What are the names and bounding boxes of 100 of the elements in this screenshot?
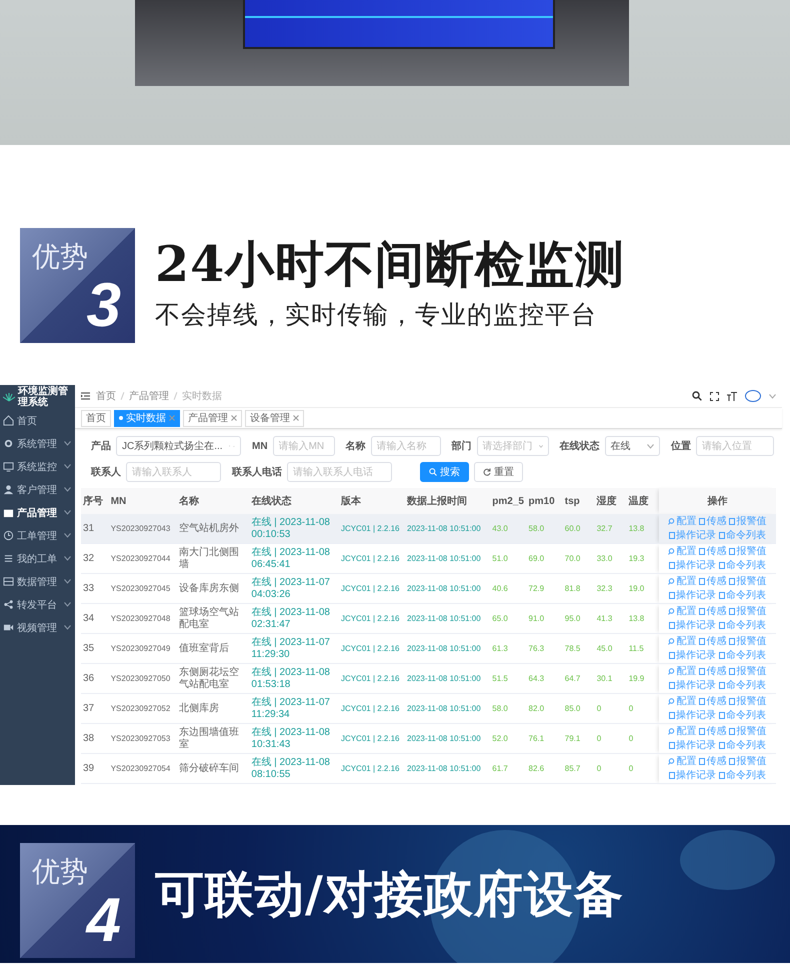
action-link[interactable]: 报警值 xyxy=(729,576,766,588)
action-link[interactable]: 命令列表 xyxy=(718,530,766,542)
table-cell: 东边围墙值班室 xyxy=(178,726,239,750)
action-link[interactable]: 传感 xyxy=(699,576,726,588)
sidebar-item[interactable]: 工单管理 xyxy=(0,524,75,547)
action-link[interactable]: 配置 xyxy=(668,666,696,678)
action-link[interactable]: 报警值 xyxy=(729,636,766,648)
document-icon xyxy=(699,608,706,615)
table-row[interactable]: 39 YS20230927054 筛分破碎车间 在线 | 2023-11-08 08:10:55 JCYC01 | 2.2.16 2023-11-08 10:51:00 61.7 82.6 85.7 0 0 配置 传感 报警值 操作记录 命令列表 xyxy=(81,754,776,784)
action-link[interactable]: 报警值 xyxy=(729,666,766,678)
breadcrumb-link[interactable]: 首页 xyxy=(96,389,116,403)
input-field[interactable]: 请输入联系人 xyxy=(126,462,221,482)
breadcrumb-link[interactable]: 实时数据 xyxy=(182,389,222,403)
breadcrumb-link[interactable]: 产品管理 xyxy=(129,389,169,403)
column-header: 名称 xyxy=(178,496,199,507)
table-cell: 在线 | 2023-11-08 06:45:41 xyxy=(251,546,330,570)
action-link[interactable]: 配置 xyxy=(668,516,696,528)
search-icon[interactable] xyxy=(692,391,702,401)
action-link[interactable]: 操作记录 xyxy=(668,530,716,542)
select-field[interactable]: 在线 xyxy=(604,436,660,456)
sidebar-item[interactable]: 首页 xyxy=(0,409,75,432)
document-icon xyxy=(668,772,675,779)
fullscreen-icon[interactable] xyxy=(710,392,719,400)
sidebar-item[interactable]: 转发平台 xyxy=(0,593,75,616)
action-link[interactable]: 传感 xyxy=(699,756,726,768)
action-link[interactable]: 命令列表 xyxy=(718,770,766,782)
action-link[interactable]: 配置 xyxy=(668,726,696,738)
action-link[interactable]: 命令列表 xyxy=(718,710,766,722)
tab[interactable]: 产品管理 xyxy=(183,410,242,426)
input-field[interactable]: 请输入名称 xyxy=(370,436,441,456)
table-row[interactable]: 35 YS20230927049 值班室背后 在线 | 2023-11-07 11:29:30 JCYC01 | 2.2.16 2023-11-08 10:51:00 61.3 76.3 78.5 45.0 11.5 配置 传感 报警值 操作记录 命令列表 xyxy=(81,634,776,664)
action-link[interactable]: 配置 xyxy=(668,576,696,588)
sidebar-item[interactable]: 视频管理 xyxy=(0,616,75,639)
sidebar-item[interactable]: 数据管理 xyxy=(0,570,75,593)
table-cell: 篮球场空气站配电室 xyxy=(178,606,239,630)
action-link[interactable]: 命令列表 xyxy=(718,680,766,692)
action-link[interactable]: 传感 xyxy=(699,516,726,528)
table-cell: 在线 | 2023-11-08 10:31:43 xyxy=(251,726,330,750)
action-link[interactable]: 命令列表 xyxy=(718,740,766,752)
search-button[interactable]: 搜索 xyxy=(420,462,469,482)
action-link[interactable]: 传感 xyxy=(699,696,726,708)
table-row[interactable]: 37 YS20230927052 北侧库房 在线 | 2023-11-07 11:29:34 JCYC01 | 2.2.16 2023-11-08 10:51:00 58.0 82.0 85.0 0 0 配置 传感 报警值 操作记录 命令列表 xyxy=(81,694,776,724)
tab[interactable]: 首页 xyxy=(81,410,111,426)
action-link[interactable]: 配置 xyxy=(668,606,696,618)
action-link[interactable]: 命令列表 xyxy=(718,590,766,602)
action-link[interactable]: 配置 xyxy=(668,696,696,708)
action-link[interactable]: 操作记录 xyxy=(668,590,716,602)
sidebar-item[interactable]: 我的工单 xyxy=(0,547,75,570)
action-link[interactable]: 操作记录 xyxy=(668,620,716,632)
search-icon xyxy=(668,608,676,615)
table-cell: 13.8 xyxy=(628,614,644,622)
table-row[interactable]: 31 YS20230927043 空气站机房外 在线 | 2023-11-08 00:10:53 JCYC01 | 2.2.16 2023-11-08 10:51:00 43.0 58.0 60.0 32.7 13.8 配置 传感 报警值 操作记录 命令列表 xyxy=(81,514,776,544)
action-link[interactable]: 配置 xyxy=(668,756,696,768)
action-link[interactable]: 配置 xyxy=(668,636,696,648)
select-field[interactable]: 请选择部门 xyxy=(476,436,549,456)
action-link[interactable]: 命令列表 xyxy=(718,560,766,572)
action-link[interactable]: 操作记录 xyxy=(668,680,716,692)
action-link[interactable]: 报警值 xyxy=(729,696,766,708)
table-cell: 值班室背后 xyxy=(178,642,229,654)
table-cell: 筛分破碎车间 xyxy=(178,762,239,774)
menu-icon[interactable] xyxy=(81,392,90,400)
action-link[interactable]: 报警值 xyxy=(729,726,766,738)
action-link[interactable]: 命令列表 xyxy=(718,620,766,632)
input-field[interactable]: 请输入联系人电话 xyxy=(287,462,392,482)
action-link[interactable]: 报警值 xyxy=(729,516,766,528)
action-link[interactable]: 报警值 xyxy=(729,606,766,618)
close-icon[interactable] xyxy=(293,415,299,421)
action-link[interactable]: 传感 xyxy=(699,726,726,738)
sidebar-item[interactable]: 客户管理 xyxy=(0,478,75,501)
monitor-icon xyxy=(3,461,14,472)
action-link[interactable]: 传感 xyxy=(699,666,726,678)
action-link[interactable]: 命令列表 xyxy=(718,650,766,662)
action-link[interactable]: 报警值 xyxy=(729,756,766,768)
font-size-icon[interactable] xyxy=(727,392,737,400)
input-field[interactable]: 请输入MN xyxy=(272,436,335,456)
action-link[interactable]: 操作记录 xyxy=(668,650,716,662)
action-link[interactable]: 操作记录 xyxy=(668,740,716,752)
table-row[interactable]: 33 YS20230927045 设备库房东侧 在线 | 2023-11-07 04:03:26 JCYC01 | 2.2.16 2023-11-08 10:51:00 40.6 72.9 81.8 32.3 19.0 配置 传感 报警值 操作记录 命令列表 xyxy=(81,574,776,604)
action-link[interactable]: 操作记录 xyxy=(668,770,716,782)
select-field[interactable]: JC系列颗粒式扬尘在... xyxy=(116,436,241,456)
action-link[interactable]: 传感 xyxy=(699,606,726,618)
action-link[interactable]: 配置 xyxy=(668,546,696,558)
close-icon[interactable] xyxy=(231,415,237,421)
avatar-icon[interactable] xyxy=(745,390,761,402)
sidebar-item[interactable]: 系统监控 xyxy=(0,455,75,478)
table-cell: 69.0 xyxy=(528,554,544,562)
action-link[interactable]: 传感 xyxy=(699,546,726,558)
action-link[interactable]: 传感 xyxy=(699,636,726,648)
action-link[interactable]: 报警值 xyxy=(729,546,766,558)
tab[interactable]: 设备管理 xyxy=(245,410,304,426)
table-cell: 2023-11-08 10:51:00 xyxy=(407,614,481,622)
table-cell: 33.0 xyxy=(596,554,612,562)
input-field[interactable]: 请输入位置 xyxy=(696,436,774,456)
tab[interactable]: 实时数据 xyxy=(114,410,180,426)
sidebar-item[interactable]: 系统管理 xyxy=(0,432,75,455)
action-link[interactable]: 操作记录 xyxy=(668,710,716,722)
action-link[interactable]: 操作记录 xyxy=(668,560,716,572)
gear-icon xyxy=(3,438,14,449)
reset-button[interactable]: 重置 xyxy=(474,462,523,482)
sidebar-item[interactable]: 产品管理 xyxy=(0,501,75,524)
